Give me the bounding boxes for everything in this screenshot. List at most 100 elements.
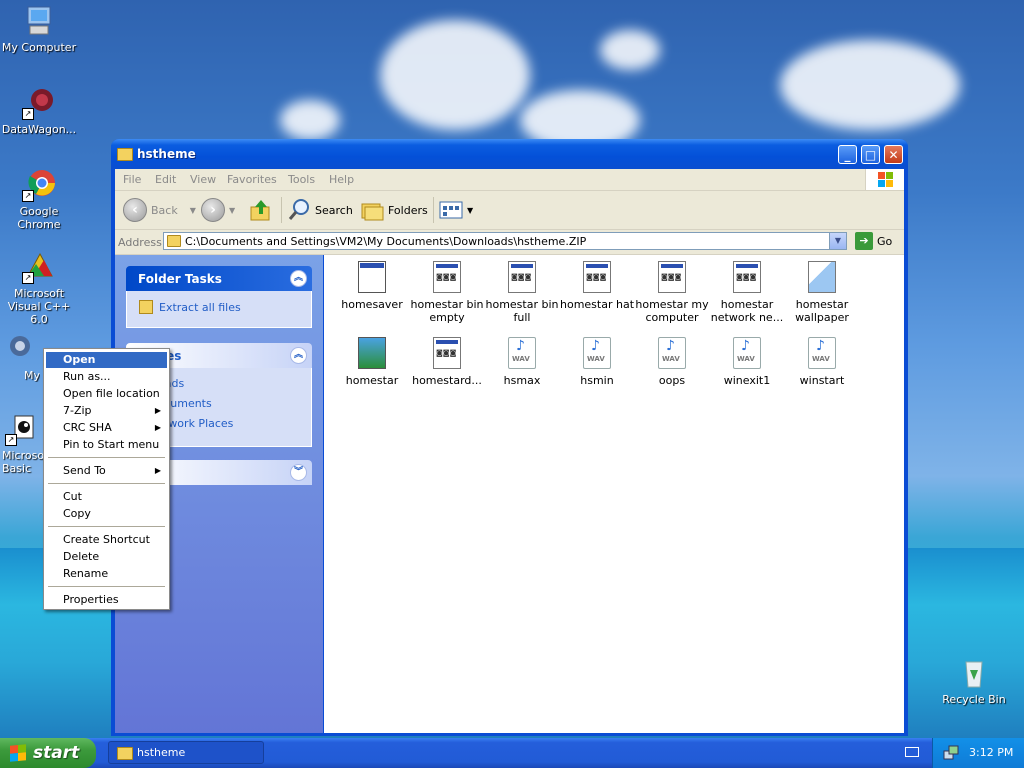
menu-item-cut[interactable]: Cut	[46, 489, 167, 505]
menu-view[interactable]: View	[190, 173, 216, 186]
tray-network-icon[interactable]	[943, 745, 959, 761]
desktop-icon-my-computer[interactable]: My Computer	[0, 4, 78, 54]
file-item[interactable]: ♪ WAV oops	[635, 337, 709, 387]
views-button[interactable]: ▼	[439, 197, 473, 223]
menu-item-label: Open	[63, 353, 96, 366]
submenu-arrow-icon: ▶	[154, 466, 161, 475]
address-dropdown-icon[interactable]: ▼	[829, 233, 846, 249]
forward-button[interactable]: › ▼	[201, 197, 235, 223]
menu-item-delete[interactable]: Delete	[46, 549, 167, 565]
desktop-icon-label: Microsof Basic	[2, 449, 44, 475]
address-input[interactable]: C:\Documents and Settings\VM2\My Documen…	[163, 232, 847, 250]
maximize-button[interactable]: □	[861, 145, 880, 164]
desktop-icon-label: Recycle Bin	[942, 693, 1006, 706]
chevron-down-icon[interactable]: ▼	[190, 206, 196, 215]
menu-edit[interactable]: Edit	[155, 173, 176, 186]
search-button[interactable]: Search	[287, 197, 353, 223]
toolbar-separator	[281, 197, 282, 223]
file-name: homestar	[345, 374, 399, 387]
menu-item-label: Create Shortcut	[63, 533, 150, 546]
desktop-icon-visual-cpp[interactable]: ↗ Microsoft Visual C++ 6.0	[0, 250, 78, 326]
binary-file-icon	[658, 261, 686, 293]
file-item[interactable]: homestard...	[410, 337, 484, 387]
file-item[interactable]: ♪ WAV hsmax	[485, 337, 559, 387]
file-item[interactable]: homestar my computer	[635, 261, 709, 324]
desktop-icon-google-chrome[interactable]: ↗ Google Chrome	[0, 168, 78, 231]
menu-favorites[interactable]: Favorites	[227, 173, 277, 186]
taskbar-button-hstheme[interactable]: hstheme	[108, 741, 264, 764]
shortcut-arrow-icon: ↗	[5, 434, 17, 446]
file-item[interactable]: homestar hat	[560, 261, 634, 311]
menu-separator	[48, 457, 165, 458]
windows-logo-icon	[865, 169, 904, 190]
desktop-icon-label: My Computer	[1, 41, 77, 54]
desktop-icon-myp[interactable]: Myp	[0, 332, 40, 382]
menu-item-rename[interactable]: Rename	[46, 566, 167, 582]
wav-file-icon: ♪ WAV	[583, 337, 611, 369]
menu-item-open[interactable]: Open	[46, 352, 167, 368]
visual-cpp-icon: ↗	[22, 250, 56, 284]
desktop-icon-label: Myp	[24, 369, 40, 382]
datawagon-icon: ↗	[22, 86, 56, 120]
file-item[interactable]: homestar wallpaper	[785, 261, 859, 324]
file-item[interactable]: homesaver	[335, 261, 409, 311]
menu-item-copy[interactable]: Copy	[46, 506, 167, 522]
menu-item-open-file-location[interactable]: Open file location	[46, 386, 167, 402]
file-item[interactable]: homestar bin empty	[410, 261, 484, 324]
file-item[interactable]: homestar	[335, 337, 409, 387]
menu-item-pin-to-start[interactable]: Pin to Start menu	[46, 437, 167, 453]
file-item[interactable]: ♪ WAV winexit1	[710, 337, 784, 387]
folder-tasks-header[interactable]: Folder Tasks ︽	[126, 266, 312, 291]
views-icon	[439, 201, 463, 219]
wav-file-icon: ♪ WAV	[508, 337, 536, 369]
file-item[interactable]: ♪ WAV winstart	[785, 337, 859, 387]
folder-icon	[117, 148, 133, 161]
up-button[interactable]	[249, 197, 273, 223]
toolbar: ‹ Back ▼ › ▼ Search Folders ▼	[115, 191, 904, 230]
cloud	[280, 100, 340, 140]
expand-chevron-icon[interactable]: ︾	[290, 464, 307, 481]
menu-item-label: CRC SHA	[63, 421, 112, 434]
collapse-chevron-icon[interactable]: ︽	[290, 347, 307, 364]
go-button[interactable]: ➔ Go	[855, 232, 892, 250]
desktop-icon-label: DataWagon...	[1, 123, 77, 136]
file-name: homestar network ne...	[710, 298, 784, 324]
desktop-icon-recycle-bin[interactable]: Recycle Bin	[935, 656, 1013, 706]
cloud	[780, 40, 960, 130]
menu-help[interactable]: Help	[329, 173, 354, 186]
menu-item-label: Copy	[63, 507, 91, 520]
menu-item-run-as[interactable]: Run as...	[46, 369, 167, 385]
collapse-chevron-icon[interactable]: ︽	[290, 270, 307, 287]
menu-item-label: Delete	[63, 550, 100, 563]
chevron-down-icon[interactable]: ▼	[229, 206, 235, 215]
file-name: winstart	[799, 374, 845, 387]
image-file-icon	[358, 337, 386, 369]
wav-file-icon: ♪ WAV	[733, 337, 761, 369]
start-label: start	[33, 743, 80, 763]
menu-item-create-shortcut[interactable]: Create Shortcut	[46, 532, 167, 548]
file-name: homesaver	[341, 298, 403, 311]
extract-all-files-link[interactable]: Extract all files	[139, 300, 299, 314]
clock[interactable]: 3:12 PM	[969, 746, 1013, 759]
close-button[interactable]: ✕	[884, 145, 903, 164]
keyboard-icon[interactable]	[905, 747, 919, 757]
toolbar-separator	[433, 197, 434, 223]
file-item[interactable]: ♪ WAV hsmin	[560, 337, 634, 387]
start-button[interactable]: start	[0, 738, 96, 768]
file-item[interactable]: homestar bin full	[485, 261, 559, 324]
menu-item-properties[interactable]: Properties	[46, 592, 167, 608]
file-item[interactable]: homestar network ne...	[710, 261, 784, 324]
app-icon	[3, 332, 37, 366]
back-button[interactable]: ‹ Back ▼	[123, 197, 196, 223]
desktop-icon-datawagon[interactable]: ↗ DataWagon...	[0, 86, 78, 136]
desktop-icon-microsoft-basic[interactable]: ↗ Microsof Basic	[0, 412, 44, 475]
menu-item-send-to[interactable]: Send To ▶	[46, 463, 167, 479]
menu-file[interactable]: File	[123, 173, 141, 186]
menu-item-7zip[interactable]: 7-Zip ▶	[46, 403, 167, 419]
menu-item-crc-sha[interactable]: CRC SHA ▶	[46, 420, 167, 436]
folders-button[interactable]: Folders	[360, 197, 428, 223]
minimize-button[interactable]: _	[838, 145, 857, 164]
menu-tools[interactable]: Tools	[288, 173, 315, 186]
title-bar[interactable]: hstheme _ □ ✕	[111, 139, 908, 169]
file-name: homestar bin full	[485, 298, 559, 324]
